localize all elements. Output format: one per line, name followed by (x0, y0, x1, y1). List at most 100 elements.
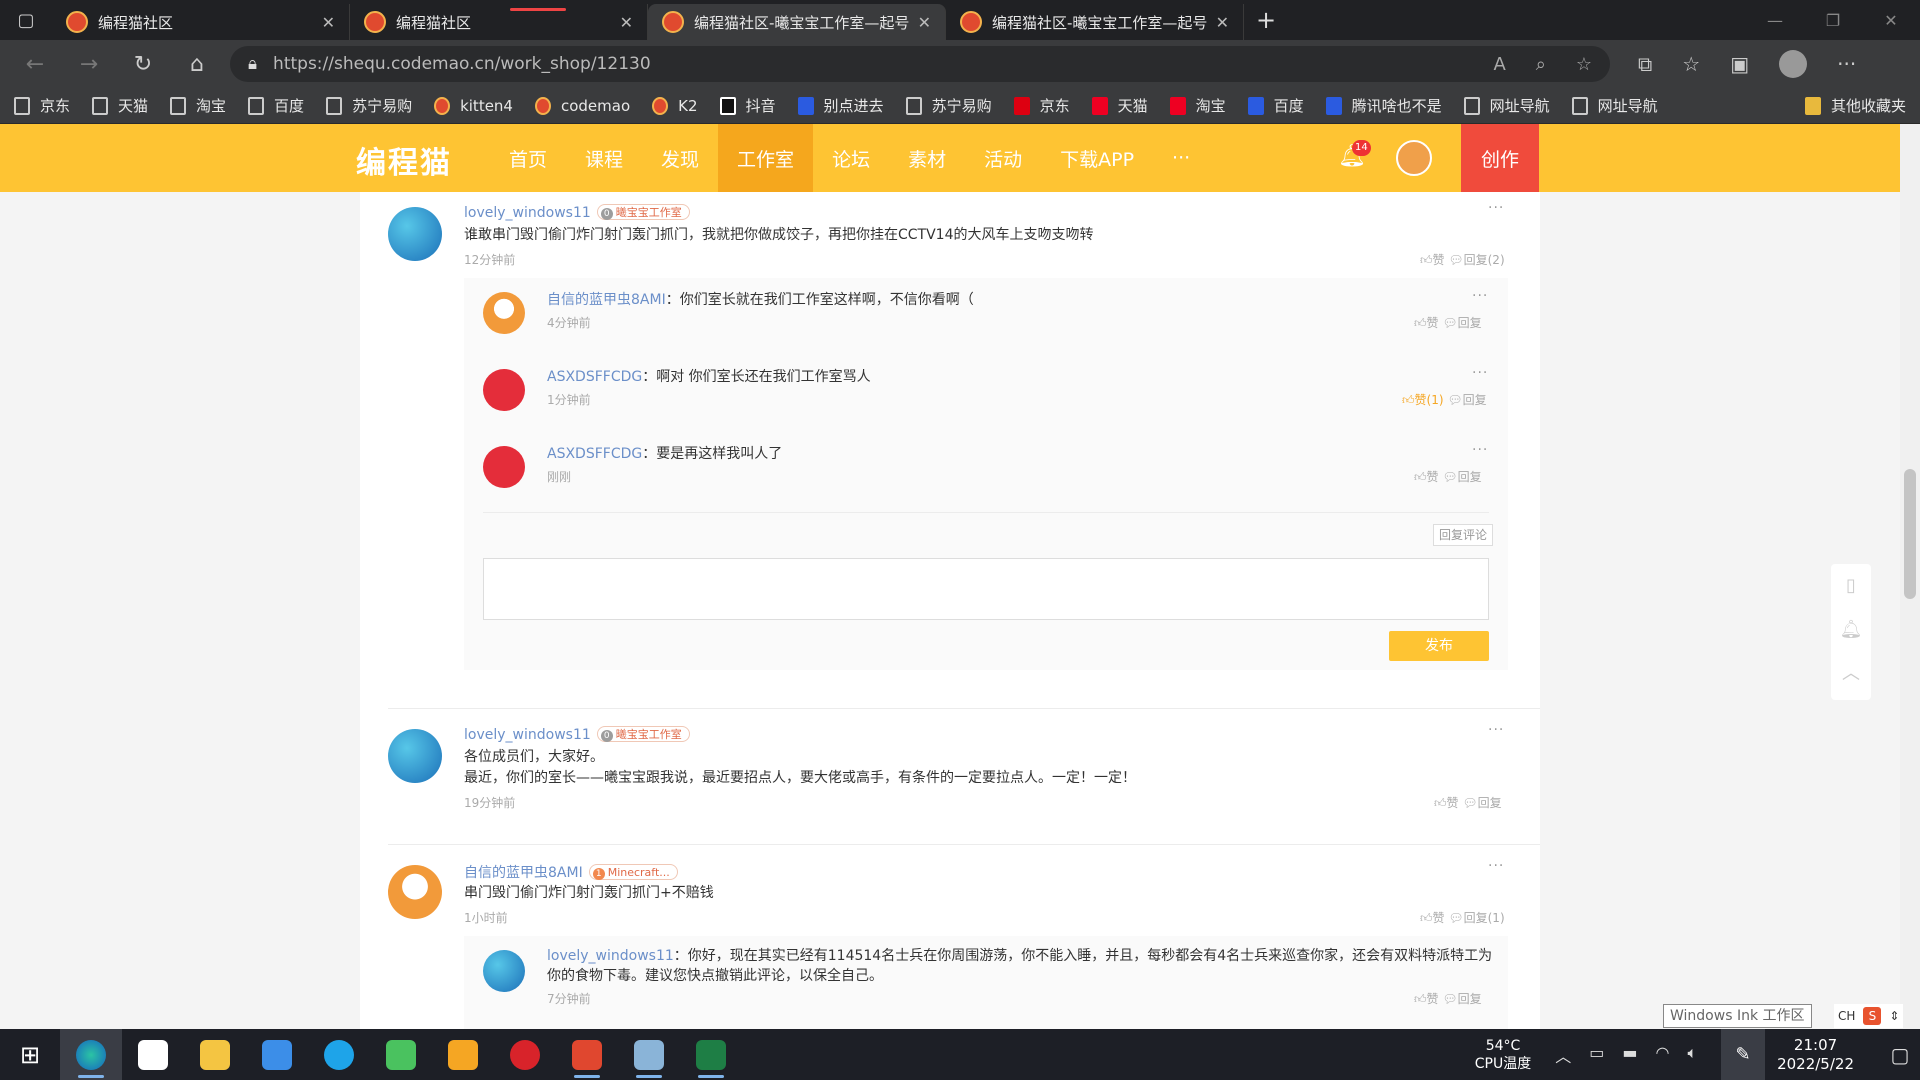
avatar[interactable] (388, 207, 442, 261)
nav-home[interactable]: 首页 (490, 124, 566, 192)
browser-tab[interactable]: 编程猫社区-曦宝宝工作室—起号 ✕ (946, 4, 1244, 40)
avatar[interactable] (483, 950, 525, 992)
windows-start-icon[interactable]: ⊞ (0, 1029, 60, 1080)
reply-button[interactable]: 回复 (1463, 393, 1487, 407)
like-button[interactable]: 赞 (1427, 316, 1439, 330)
bookmark-item[interactable]: 苏宁易购 (905, 95, 992, 116)
more-options-icon[interactable]: ··· (1472, 365, 1488, 381)
bookmark-item[interactable]: 腾讯啥也不是 (1325, 95, 1442, 116)
clock[interactable]: 21:07 2022/5/22 (1777, 1036, 1854, 1074)
reply-button[interactable]: 回复 (1458, 316, 1482, 330)
bookmark-item[interactable]: 别点进去 (797, 95, 884, 116)
taskbar-edge[interactable] (60, 1029, 122, 1080)
like-button[interactable]: 赞 (1447, 796, 1459, 810)
taskbar-app-orange[interactable] (432, 1029, 494, 1080)
nav-download-app[interactable]: 下载APP (1041, 124, 1153, 192)
ime-indicator[interactable]: CH S ⇕ (1834, 1004, 1904, 1028)
browser-tab[interactable]: 编程猫社区 ✕ (52, 4, 350, 40)
taskbar-mail[interactable] (246, 1029, 308, 1080)
avatar[interactable] (483, 446, 525, 488)
menu-icon[interactable]: ··· (1837, 52, 1856, 76)
avatar[interactable] (483, 369, 525, 411)
taskbar-excel[interactable] (680, 1029, 742, 1080)
bookmark-item[interactable]: 天猫 (92, 95, 148, 116)
lock-icon[interactable]: 🔒︎ (248, 54, 257, 74)
page-scrollbar[interactable] (1900, 124, 1920, 1029)
more-options-icon[interactable]: ··· (1472, 944, 1488, 960)
bookmark-item[interactable]: 淘宝 (1169, 95, 1226, 116)
reply-button[interactable]: 回复 (1478, 796, 1502, 810)
chevron-up-icon[interactable]: ︿ (1555, 1043, 1571, 1067)
add-favorite-icon[interactable]: ☆ (1576, 54, 1592, 75)
zoom-icon[interactable]: ⌕ (1536, 54, 1546, 75)
nav-events[interactable]: 活动 (965, 124, 1041, 192)
scrollbar-thumb[interactable] (1904, 469, 1916, 599)
taskbar-app[interactable] (556, 1029, 618, 1080)
avatar[interactable] (388, 865, 442, 919)
ime-language[interactable]: CH (1838, 1009, 1855, 1023)
like-button[interactable]: 赞 (1433, 253, 1445, 267)
bookmark-item[interactable]: 抖音 (719, 95, 776, 116)
volume-icon[interactable]: 🔈︎ (1687, 1043, 1697, 1067)
tab-actions-icon[interactable]: ▢ (0, 0, 52, 40)
close-icon[interactable]: ✕ (322, 13, 335, 32)
reply-button[interactable]: 回复(1) (1464, 911, 1505, 925)
device-icon[interactable]: ▭ (1589, 1043, 1604, 1067)
comment-user[interactable]: lovely_windows11 0 曦宝宝工作室 (464, 204, 690, 221)
publish-button[interactable]: 发布 (1389, 631, 1489, 661)
ime-options-icon[interactable]: ⇕ (1889, 1009, 1899, 1023)
close-icon[interactable]: ✕ (1216, 13, 1229, 32)
forward-icon[interactable]: → (68, 46, 110, 82)
back-icon[interactable]: ← (14, 46, 56, 82)
back-to-top-icon[interactable]: ︿ (1831, 652, 1871, 696)
refresh-icon[interactable]: ↻ (122, 46, 164, 82)
battery-icon[interactable]: ▬ (1622, 1043, 1637, 1067)
sogou-ime-icon[interactable]: S (1863, 1007, 1882, 1025)
favorites-icon[interactable]: ☆ (1682, 52, 1700, 76)
bookmark-item[interactable]: 京东 (14, 95, 70, 116)
taskbar-explorer[interactable] (184, 1029, 246, 1080)
reply-button[interactable]: 回复(2) (1464, 253, 1505, 267)
restore-icon[interactable]: ❐ (1804, 0, 1862, 40)
browser-tab[interactable]: 编程猫社区 ✕ (350, 4, 648, 40)
new-tab-button[interactable]: + (1244, 0, 1288, 40)
user-avatar[interactable] (1396, 140, 1432, 176)
bookmark-item[interactable]: 京东 (1013, 95, 1070, 116)
nav-discover[interactable]: 发现 (642, 124, 718, 192)
nav-courses[interactable]: 课程 (566, 124, 642, 192)
profile-icon[interactable] (1779, 50, 1808, 78)
nav-forum[interactable]: 论坛 (813, 124, 889, 192)
cpu-temperature[interactable]: 54°C CPU温度 (1475, 1037, 1531, 1073)
bookmark-item[interactable]: 网址导航 (1463, 95, 1550, 116)
reply-comment-button[interactable]: 回复评论 (1433, 524, 1493, 546)
reply-button[interactable]: 回复 (1458, 470, 1482, 484)
bookmark-item[interactable]: 天猫 (1091, 95, 1148, 116)
minimize-icon[interactable]: — (1746, 0, 1804, 40)
bookmark-item[interactable]: 百度 (248, 95, 304, 116)
close-icon[interactable]: ✕ (620, 13, 633, 32)
more-options-icon[interactable]: ··· (1472, 288, 1488, 304)
phone-icon[interactable]: ▯ (1831, 564, 1871, 608)
more-options-icon[interactable]: ··· (1488, 722, 1504, 738)
extensions-icon[interactable]: ⧉ (1638, 52, 1652, 76)
like-button[interactable]: 赞 (1427, 992, 1439, 1006)
create-button[interactable]: 创作 (1461, 124, 1539, 192)
pen-icon[interactable]: ✎ (1721, 1029, 1766, 1080)
like-button[interactable]: 赞 (1433, 911, 1445, 925)
like-button[interactable]: 赞 (1427, 470, 1439, 484)
bookmark-item[interactable]: 苏宁易购 (326, 95, 412, 116)
reply-input[interactable] (483, 558, 1489, 620)
taskbar-media[interactable] (370, 1029, 432, 1080)
taskbar-ie[interactable] (308, 1029, 370, 1080)
notification-center-icon[interactable]: ▢ (1880, 1043, 1920, 1067)
nav-workshop[interactable]: 工作室 (718, 124, 814, 192)
bell-icon[interactable]: 🔔︎ (1831, 608, 1871, 652)
reply-button[interactable]: 回复 (1458, 992, 1482, 1006)
bookmark-item[interactable]: 网址导航 (1571, 95, 1658, 116)
taskbar-store[interactable] (122, 1029, 184, 1080)
comment-user[interactable]: lovely_windows11 0 曦宝宝工作室 (464, 726, 690, 743)
like-button[interactable]: 👍︎赞(1) (1402, 393, 1444, 407)
browser-tab-active[interactable]: 编程猫社区-曦宝宝工作室—起号 ✕ (648, 4, 946, 40)
close-icon[interactable]: ✕ (918, 13, 931, 32)
comment-user[interactable]: 自信的蓝甲虫8AMI 1 Minecraft... (464, 862, 678, 882)
